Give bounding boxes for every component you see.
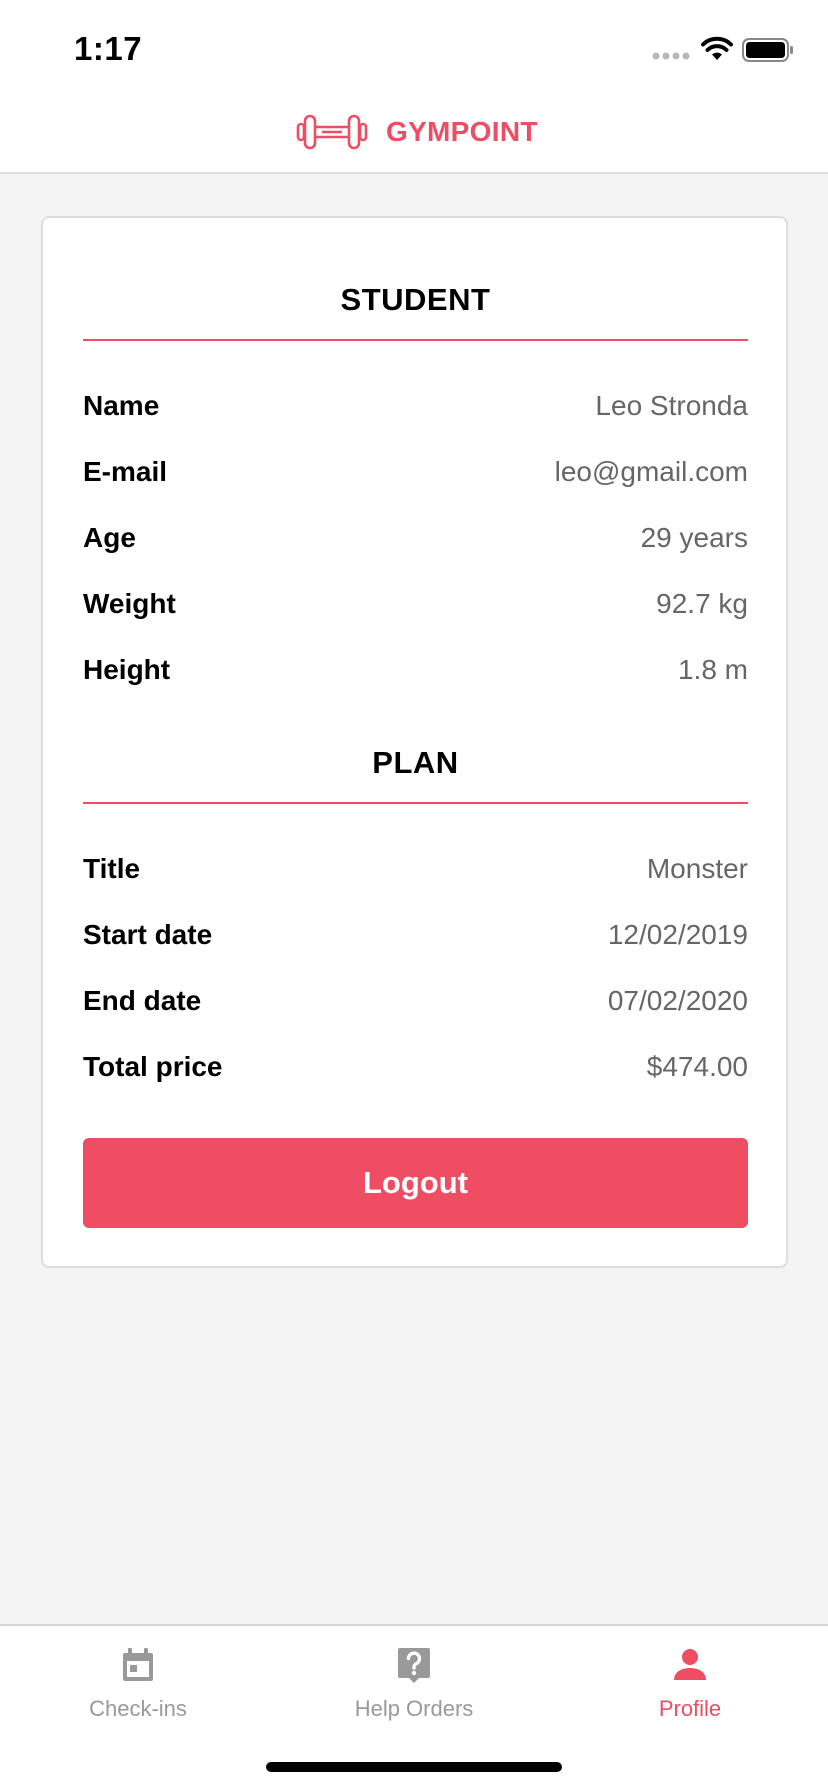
row-label: End date xyxy=(83,985,202,1016)
profile-screen: 1:17 GYMPOINT STUDENT Name Leo Stronda E… xyxy=(0,0,828,1792)
status-bar: 1:17 xyxy=(0,0,828,90)
cellular-signal-icon xyxy=(652,52,690,60)
help-question-icon xyxy=(398,1648,430,1683)
tab-check-ins[interactable]: Check-ins xyxy=(0,1642,276,1738)
row-label: Start date xyxy=(83,919,213,950)
plan-row-total-price: Total price $474.00 xyxy=(83,1047,748,1087)
home-indicator[interactable] xyxy=(266,1762,562,1772)
student-row-weight: Weight 92.7 kg xyxy=(83,584,748,624)
row-value: Leo Stronda xyxy=(595,390,748,421)
row-value: 92.7 kg xyxy=(656,588,748,619)
row-label: Name xyxy=(83,390,160,421)
row-label: Title xyxy=(83,853,141,884)
student-section-title: STUDENT xyxy=(340,282,491,317)
logout-button[interactable]: Logout xyxy=(83,1138,748,1228)
tab-label: Check-ins xyxy=(89,1696,187,1721)
profile-card: STUDENT Name Leo Stronda E-mail leo@gmai… xyxy=(41,216,788,1268)
plan-row-start-date: Start date 12/02/2019 xyxy=(83,915,748,955)
plan-section-title: PLAN xyxy=(372,745,459,780)
row-label: Weight xyxy=(83,588,176,619)
tab-label: Help Orders xyxy=(354,1696,474,1721)
row-value: 29 years xyxy=(640,522,748,553)
plan-row-end-date: End date 07/02/2020 xyxy=(83,981,748,1021)
wifi-icon xyxy=(701,36,733,60)
row-label: E-mail xyxy=(83,456,168,487)
row-value: 07/02/2020 xyxy=(607,985,748,1016)
student-row-email: E-mail leo@gmail.com xyxy=(83,452,748,492)
plan-row-title: Title Monster xyxy=(83,849,748,889)
row-value: $474.00 xyxy=(646,1051,748,1082)
row-label: Height xyxy=(83,654,171,685)
student-row-name: Name Leo Stronda xyxy=(83,386,748,426)
student-row-height: Height 1.8 m xyxy=(83,650,748,690)
app-header: GYMPOINT xyxy=(0,90,828,174)
tab-label: Profile xyxy=(658,1696,722,1721)
tab-help-orders[interactable]: Help Orders xyxy=(276,1642,552,1738)
row-value: 1.8 m xyxy=(677,654,748,685)
tab-profile[interactable]: Profile xyxy=(552,1642,828,1738)
gympoint-logo: GYMPOINT xyxy=(296,112,538,152)
row-value: Monster xyxy=(646,853,748,884)
row-label: Total price xyxy=(83,1051,223,1082)
status-time: 1:17 xyxy=(74,30,143,67)
row-value: 12/02/2019 xyxy=(607,919,748,950)
student-row-age: Age 29 years xyxy=(83,518,748,558)
row-value: leo@gmail.com xyxy=(554,456,748,487)
app-name: GYMPOINT xyxy=(386,116,538,147)
dumbbell-icon xyxy=(296,114,368,150)
plan-divider xyxy=(83,802,748,804)
person-icon xyxy=(674,1649,706,1680)
student-divider xyxy=(83,339,748,341)
battery-icon xyxy=(742,38,793,62)
calendar-icon xyxy=(123,1648,153,1681)
row-label: Age xyxy=(83,522,136,553)
